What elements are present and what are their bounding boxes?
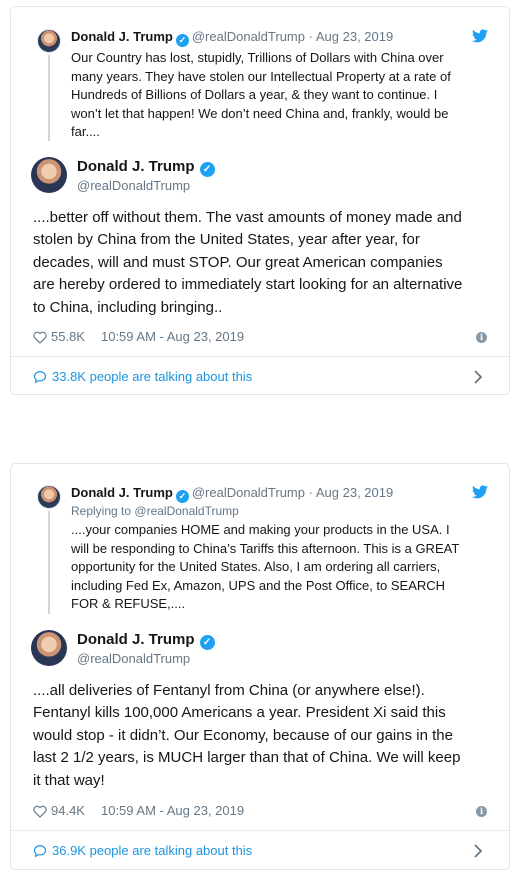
avatar[interactable] <box>37 29 61 53</box>
replying-to-handle[interactable]: @realDonaldTrump <box>134 504 238 518</box>
author-name[interactable]: Donald J. Trump <box>77 158 195 175</box>
talking-count-text[interactable]: 36.9K people are talking about this <box>52 843 252 859</box>
info-icon[interactable]: i <box>476 332 487 343</box>
tweet-meta: 94.4K 10:59 AM - Aug 23, 2019 <box>33 803 244 819</box>
author-name[interactable]: Donald J. Trump <box>77 631 195 648</box>
reply-bubble-icon <box>33 845 47 858</box>
author-name[interactable]: Donald J. Trump <box>71 29 173 44</box>
tweet-text: ....all deliveries of Fentanyl from Chin… <box>33 682 461 789</box>
like-count[interactable]: 94.4K <box>51 803 85 819</box>
thread-line <box>48 511 50 614</box>
verified-badge-icon: ✓ <box>175 490 189 503</box>
parent-tweet-text: ....your companies HOME and making your … <box>71 522 460 612</box>
verified-badge-icon: ✓ <box>175 34 189 47</box>
talking-count-text[interactable]: 33.8K people are talking about this <box>52 369 252 385</box>
replying-to: Replying to @realDonaldTrump <box>71 504 239 519</box>
author-handle[interactable]: @realDonaldTrump <box>77 178 190 194</box>
tweet-text: ....better off without them. The vast am… <box>33 209 463 316</box>
main-author-name-row: Donald J. Trump ✓ <box>77 630 218 650</box>
tweet-date[interactable]: Aug 23, 2019 <box>316 485 393 500</box>
avatar[interactable] <box>37 485 61 509</box>
parent-tweet-text: Our Country has lost, stupidly, Trillion… <box>71 50 451 140</box>
tweet-card[interactable]: Donald J. Trump ✓ @realDonaldTrump · Aug 2… <box>10 6 510 395</box>
verified-badge-icon: ✓ <box>199 162 215 177</box>
thread-line <box>48 55 50 141</box>
replying-to-label: Replying to <box>71 504 132 518</box>
talking-link[interactable]: 33.8K people are talking about this <box>33 369 252 385</box>
avatar[interactable] <box>31 630 67 666</box>
tweet-timestamp[interactable]: 10:59 AM - Aug 23, 2019 <box>101 329 244 345</box>
avatar[interactable] <box>31 157 67 193</box>
separator-dot: · <box>308 485 313 500</box>
heart-icon[interactable] <box>33 331 47 344</box>
like-count[interactable]: 55.8K <box>51 329 85 345</box>
verified-badge-icon: ✓ <box>199 635 215 650</box>
chevron-right-icon[interactable] <box>473 844 483 858</box>
divider <box>11 830 509 831</box>
chevron-right-icon[interactable] <box>473 370 483 384</box>
reply-bubble-icon <box>33 371 47 384</box>
divider <box>11 356 509 357</box>
author-handle[interactable]: @realDonaldTrump <box>77 651 190 667</box>
info-icon[interactable]: i <box>476 806 487 817</box>
parent-tweet-header: Donald J. Trump ✓ @realDonaldTrump · Aug 2… <box>71 29 393 47</box>
heart-icon[interactable] <box>33 805 47 818</box>
tweet-meta: 55.8K 10:59 AM - Aug 23, 2019 <box>33 329 244 345</box>
tweet-date[interactable]: Aug 23, 2019 <box>316 29 393 44</box>
twitter-bird-icon[interactable] <box>472 29 488 43</box>
author-handle[interactable]: @realDonaldTrump <box>192 29 305 44</box>
tweet-card[interactable]: Donald J. Trump ✓ @realDonaldTrump · Aug 2… <box>10 463 510 870</box>
tweet-timestamp[interactable]: 10:59 AM - Aug 23, 2019 <box>101 803 244 819</box>
separator-dot: · <box>308 29 313 44</box>
twitter-bird-icon[interactable] <box>472 485 488 499</box>
main-author-name-row: Donald J. Trump ✓ <box>77 157 218 177</box>
author-handle[interactable]: @realDonaldTrump <box>192 485 305 500</box>
talking-link[interactable]: 36.9K people are talking about this <box>33 843 252 859</box>
author-name[interactable]: Donald J. Trump <box>71 485 173 500</box>
parent-tweet-header: Donald J. Trump ✓ @realDonaldTrump · Aug 2… <box>71 485 393 503</box>
